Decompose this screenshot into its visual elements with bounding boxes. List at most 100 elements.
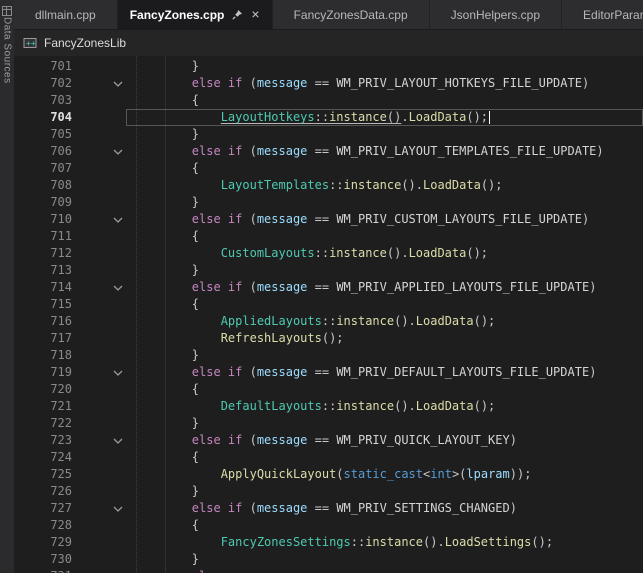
code-line-723[interactable]: 723 else if (message == WM_PRIV_QUICK_LA… xyxy=(14,432,643,449)
breakpoint-margin[interactable] xyxy=(72,296,110,313)
fold-spacer xyxy=(110,58,126,75)
code-line-714[interactable]: 714 else if (message == WM_PRIV_APPLIED_… xyxy=(14,279,643,296)
breakpoint-margin[interactable] xyxy=(72,279,110,296)
code-line-708[interactable]: 708 LayoutTemplates::instance().LoadData… xyxy=(14,177,643,194)
code-line-710[interactable]: 710 else if (message == WM_PRIV_CUSTOM_L… xyxy=(14,211,643,228)
fold-spacer xyxy=(110,313,126,330)
cpp-project-icon: ++ xyxy=(23,36,38,50)
code-editor[interactable]: 701 }702 else if (message == WM_PRIV_LAY… xyxy=(14,56,643,573)
fold-chevron-icon[interactable] xyxy=(110,500,126,517)
line-number: 717 xyxy=(14,330,72,347)
code-line-726[interactable]: 726 } xyxy=(14,483,643,500)
code-line-728[interactable]: 728 { xyxy=(14,517,643,534)
code-line-724[interactable]: 724 { xyxy=(14,449,643,466)
code-line-730[interactable]: 730 } xyxy=(14,551,643,568)
fold-chevron-icon[interactable] xyxy=(110,143,126,160)
pin-icon[interactable] xyxy=(232,9,243,20)
fold-spacer xyxy=(110,160,126,177)
code-line-719[interactable]: 719 else if (message == WM_PRIV_DEFAULT_… xyxy=(14,364,643,381)
breakpoint-margin[interactable] xyxy=(72,228,110,245)
code-line-729[interactable]: 729 FancyZonesSettings::instance().LoadS… xyxy=(14,534,643,551)
code-line-701[interactable]: 701 } xyxy=(14,58,643,75)
code-line-725[interactable]: 725 ApplyQuickLayout(static_cast<int>(lp… xyxy=(14,466,643,483)
breakpoint-margin[interactable] xyxy=(72,551,110,568)
code-text: } xyxy=(126,58,643,75)
breakpoint-margin[interactable] xyxy=(72,500,110,517)
breakpoint-margin[interactable] xyxy=(72,381,110,398)
code-line-707[interactable]: 707 { xyxy=(14,160,643,177)
code-line-711[interactable]: 711 { xyxy=(14,228,643,245)
breakpoint-margin[interactable] xyxy=(72,75,110,92)
code-line-721[interactable]: 721 DefaultLayouts::instance().LoadData(… xyxy=(14,398,643,415)
code-line-713[interactable]: 713 } xyxy=(14,262,643,279)
code-line-720[interactable]: 720 { xyxy=(14,381,643,398)
breakpoint-margin[interactable] xyxy=(72,415,110,432)
code-line-715[interactable]: 715 { xyxy=(14,296,643,313)
document-tab-editorparameters[interactable]: EditorParameters xyxy=(562,0,643,29)
breakpoint-margin[interactable] xyxy=(72,109,110,126)
code-line-706[interactable]: 706 else if (message == WM_PRIV_LAYOUT_T… xyxy=(14,143,643,160)
code-line-704[interactable]: 704 LayoutHotkeys::instance().LoadData()… xyxy=(14,109,643,126)
breakpoint-margin[interactable] xyxy=(72,160,110,177)
code-text: RefreshLayouts(); xyxy=(126,330,643,347)
code-line-716[interactable]: 716 AppliedLayouts::instance().LoadData(… xyxy=(14,313,643,330)
document-tab-dllmain-cpp[interactable]: dllmain.cpp xyxy=(14,0,118,29)
breakpoint-margin[interactable] xyxy=(72,398,110,415)
breakpoint-margin[interactable] xyxy=(72,517,110,534)
close-icon[interactable]: × xyxy=(251,9,259,20)
code-line-702[interactable]: 702 else if (message == WM_PRIV_LAYOUT_H… xyxy=(14,75,643,92)
line-number: 702 xyxy=(14,75,72,92)
fold-spacer xyxy=(110,398,126,415)
breakpoint-margin[interactable] xyxy=(72,534,110,551)
line-number: 722 xyxy=(14,415,72,432)
fold-chevron-icon[interactable] xyxy=(110,568,126,573)
breakpoint-margin[interactable] xyxy=(72,432,110,449)
code-line-718[interactable]: 718 } xyxy=(14,347,643,364)
fold-chevron-icon[interactable] xyxy=(110,364,126,381)
breakpoint-margin[interactable] xyxy=(72,92,110,109)
code-text: DefaultLayouts::instance().LoadData(); xyxy=(126,398,643,415)
fold-chevron-icon[interactable] xyxy=(110,279,126,296)
code-line-722[interactable]: 722 } xyxy=(14,415,643,432)
code-text: FancyZonesSettings::instance().LoadSetti… xyxy=(126,534,643,551)
breakpoint-margin[interactable] xyxy=(72,143,110,160)
breakpoint-margin[interactable] xyxy=(72,330,110,347)
fold-chevron-icon[interactable] xyxy=(110,211,126,228)
breakpoint-margin[interactable] xyxy=(72,211,110,228)
breakpoint-margin[interactable] xyxy=(72,245,110,262)
document-tab-fancyzones-cpp[interactable]: FancyZones.cpp× xyxy=(118,0,273,29)
fold-spacer xyxy=(110,126,126,143)
breakpoint-margin[interactable] xyxy=(72,262,110,279)
line-number: 726 xyxy=(14,483,72,500)
breakpoint-margin[interactable] xyxy=(72,568,110,573)
code-line-727[interactable]: 727 else if (message == WM_PRIV_SETTINGS… xyxy=(14,500,643,517)
breakpoint-margin[interactable] xyxy=(72,466,110,483)
breakpoint-margin[interactable] xyxy=(72,194,110,211)
breakpoint-margin[interactable] xyxy=(72,177,110,194)
breakpoint-margin[interactable] xyxy=(72,126,110,143)
breakpoint-margin[interactable] xyxy=(72,58,110,75)
line-number: 715 xyxy=(14,296,72,313)
fold-chevron-icon[interactable] xyxy=(110,75,126,92)
code-line-709[interactable]: 709 } xyxy=(14,194,643,211)
breakpoint-margin[interactable] xyxy=(72,483,110,500)
project-selector[interactable]: FancyZonesLib xyxy=(44,36,126,50)
code-line-717[interactable]: 717 RefreshLayouts(); xyxy=(14,330,643,347)
breakpoint-margin[interactable] xyxy=(72,313,110,330)
breakpoint-margin[interactable] xyxy=(72,449,110,466)
code-line-712[interactable]: 712 CustomLayouts::instance().LoadData()… xyxy=(14,245,643,262)
code-text: else if (message == WM_PRIV_SETTINGS_CHA… xyxy=(126,500,643,517)
fold-chevron-icon[interactable] xyxy=(110,432,126,449)
document-tab-fancyzonesdata-cpp[interactable]: FancyZonesData.cpp xyxy=(273,0,430,29)
fold-spacer xyxy=(110,534,126,551)
breakpoint-margin[interactable] xyxy=(72,364,110,381)
code-line-705[interactable]: 705 } xyxy=(14,126,643,143)
document-tab-jsonhelpers-cpp[interactable]: JsonHelpers.cpp xyxy=(430,0,562,29)
data-sources-tool-tab[interactable]: Data Sources xyxy=(2,0,13,84)
breakpoint-margin[interactable] xyxy=(72,347,110,364)
code-text: else if (message == WM_PRIV_CUSTOM_LAYOU… xyxy=(126,211,643,228)
line-number: 719 xyxy=(14,364,72,381)
data-sources-label: Data Sources xyxy=(2,17,13,84)
code-line-731[interactable]: 731 else xyxy=(14,568,643,573)
code-line-703[interactable]: 703 { xyxy=(14,92,643,109)
